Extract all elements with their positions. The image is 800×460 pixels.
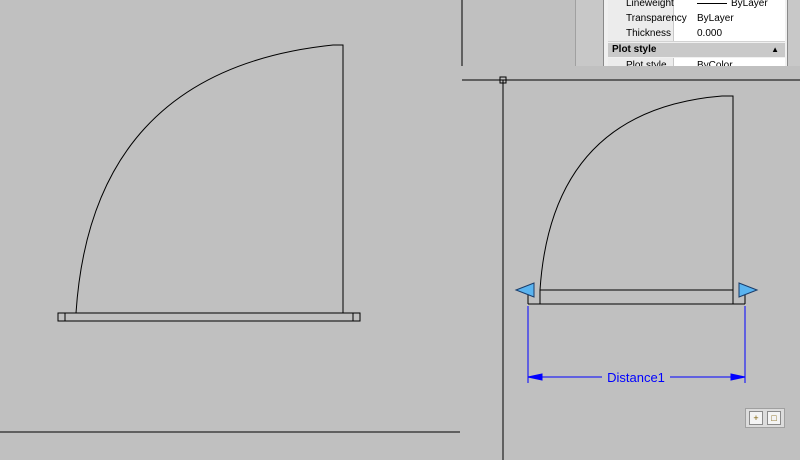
- properties-palette: Lineweight ByLayer Transparency ByLayer …: [603, 0, 788, 66]
- zoom-icon[interactable]: +: [749, 411, 763, 425]
- property-name: Transparency: [608, 11, 687, 26]
- property-row-plot-style[interactable]: Plot style ByColor: [608, 58, 785, 66]
- door-symbol-right[interactable]: [527, 95, 746, 305]
- dimension-label[interactable]: Distance1: [607, 370, 665, 385]
- property-row-transparency[interactable]: Transparency ByLayer: [608, 11, 785, 27]
- door-threshold-left: [57, 312, 361, 322]
- dimension-arrow-left: [527, 373, 543, 381]
- property-name: Thickness: [608, 26, 674, 41]
- collapse-chevron-icon[interactable]: ▲: [771, 43, 779, 57]
- pan-icon[interactable]: □: [767, 411, 781, 425]
- section-title: Plot style: [612, 44, 657, 55]
- property-value[interactable]: ByColor: [697, 58, 733, 66]
- door-swing-arc-right: [539, 95, 734, 291]
- door-symbol-left[interactable]: [57, 44, 361, 322]
- property-name: Plot style: [608, 58, 674, 66]
- lineweight-sample: [697, 2, 727, 4]
- door-swing-arc-left: [75, 44, 344, 314]
- door-leaf-right: [539, 289, 734, 305]
- section-header-plot-style[interactable]: Plot style ▲: [608, 43, 785, 57]
- property-name: Lineweight: [608, 0, 674, 11]
- navigation-icons: + □: [745, 408, 785, 428]
- dimension-arrow-right: [730, 373, 746, 381]
- grip-arrow-right[interactable]: [738, 282, 759, 298]
- property-value[interactable]: ByLayer: [697, 11, 734, 26]
- property-value[interactable]: ByLayer: [697, 0, 768, 11]
- drawing-canvas[interactable]: Distance1: [0, 0, 800, 460]
- property-value[interactable]: 0.000: [697, 26, 722, 41]
- grip-arrow-left[interactable]: [514, 282, 535, 298]
- property-row-thickness[interactable]: Thickness 0.000: [608, 26, 785, 42]
